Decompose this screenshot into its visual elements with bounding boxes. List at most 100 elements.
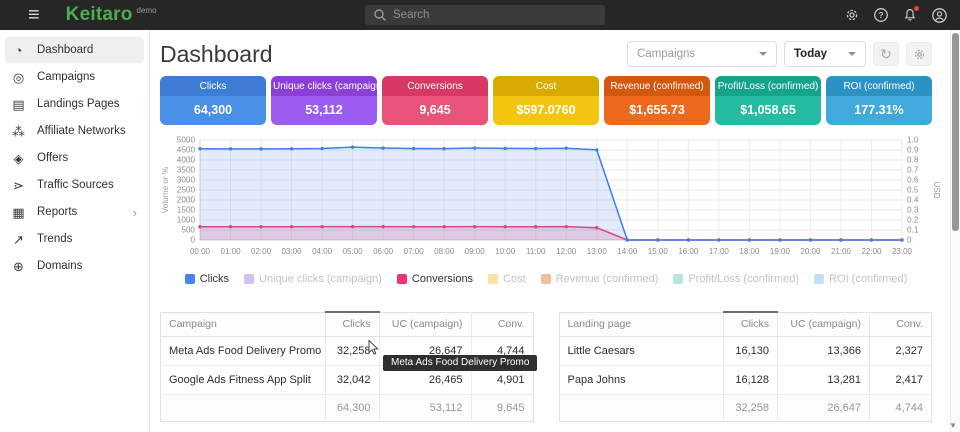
stat-card-label: Revenue (confirmed) [604, 76, 710, 96]
table-row[interactable]: Papa Johns 16,128 13,281 2,417 [559, 365, 932, 394]
svg-text:0.7: 0.7 [907, 166, 919, 175]
svg-text:11:00: 11:00 [526, 247, 546, 256]
legend-swatch [541, 274, 551, 284]
svg-text:03:00: 03:00 [282, 247, 303, 256]
topbar-icons: ? [843, 0, 948, 30]
svg-text:12:00: 12:00 [556, 247, 577, 256]
help-icon[interactable]: ? [872, 6, 890, 24]
col-uc-campaign[interactable]: UC (campaign) [379, 312, 471, 336]
legend-label: Revenue (confirmed) [556, 273, 659, 285]
col-landing-page[interactable]: Landing page [559, 312, 724, 336]
hamburger-menu-icon[interactable]: ≡ [28, 5, 40, 25]
legend-item-clicks[interactable]: Clicks [185, 273, 229, 285]
svg-text:0.2: 0.2 [907, 216, 919, 225]
svg-text:0: 0 [190, 236, 195, 245]
stat-card-cost: Cost$597.0760 [493, 76, 599, 125]
user-avatar-icon[interactable] [930, 6, 948, 24]
sidebar-item-label: Reports [37, 206, 77, 218]
refresh-button[interactable]: ↻ [873, 42, 899, 66]
table-row[interactable]: Little Caesars 16,130 13,366 2,327 [559, 336, 932, 365]
svg-text:0.5: 0.5 [907, 186, 919, 195]
mouse-cursor [368, 340, 382, 356]
legend-label: Conversions [412, 273, 473, 285]
legend-item-revenue-confirmed[interactable]: Revenue (confirmed) [541, 273, 659, 285]
trends-icon: ↗ [11, 233, 26, 246]
chart-legend: Clicks Unique clicks (campaign) Conversion… [160, 273, 932, 285]
summary-tables: Campaign Clicks UC (campaign) Conv. Meta… [160, 311, 932, 422]
page-header: Dashboard Campaigns Today ↻ [160, 38, 932, 70]
sidebar-item-dashboard[interactable]: ◔Dashboard [5, 37, 144, 63]
svg-text:0.3: 0.3 [907, 206, 919, 215]
svg-text:0.6: 0.6 [907, 176, 919, 185]
settings-gear-icon[interactable] [843, 6, 861, 24]
svg-text:500: 500 [181, 226, 195, 235]
legend-item-unique-clicks-campaign[interactable]: Unique clicks (campaign) [244, 273, 382, 285]
svg-text:USD: USD [932, 181, 940, 198]
legend-label: Unique clicks (campaign) [259, 273, 382, 285]
svg-text:17:00: 17:00 [709, 247, 730, 256]
legend-item-profit-loss-confirmed[interactable]: Profit/Loss (confirmed) [673, 273, 799, 285]
app-window: ≡ Keitaro demo ? [0, 0, 960, 432]
svg-text:00:00: 00:00 [190, 247, 211, 256]
sidebar-item-label: Trends [37, 233, 72, 245]
col-campaign[interactable]: Campaign [161, 312, 326, 336]
stat-card-value: 9,645 [382, 96, 488, 125]
col-conv[interactable]: Conv. [870, 312, 932, 336]
app-logo[interactable]: Keitaro [66, 4, 133, 26]
scroll-down-arrow-icon[interactable]: ▼ [949, 421, 957, 430]
stat-card-value: $1,655.73 [604, 96, 710, 125]
chart-area: 00:0001:0002:0003:0004:0005:0006:0007:00… [160, 132, 932, 285]
legend-item-cost[interactable]: Cost [488, 273, 526, 285]
sidebar-item-campaigns[interactable]: ◎Campaigns [5, 64, 144, 90]
legend-item-roi-confirmed[interactable]: ROI (confirmed) [814, 273, 907, 285]
scrollbar-track[interactable] [950, 30, 960, 432]
col-clicks[interactable]: Clicks [724, 312, 778, 336]
sidebar-item-label: Affiliate Networks [37, 125, 126, 137]
col-uc-campaign[interactable]: UC (campaign) [778, 312, 870, 336]
svg-text:2500: 2500 [177, 186, 196, 195]
sidebar-item-affiliate-networks[interactable]: ⁂Affiliate Networks [5, 118, 144, 144]
svg-text:18:00: 18:00 [739, 247, 760, 256]
legend-swatch [488, 274, 498, 284]
svg-text:14:00: 14:00 [617, 247, 638, 256]
totals-row: 32,258 26,647 4,744 [559, 394, 932, 421]
sidebar-item-reports[interactable]: ▦Reports› [5, 199, 144, 225]
hover-tooltip: Meta Ads Food Delivery Promo [383, 355, 537, 371]
stat-card-unique-clicks-campaign: Unique clicks (campaign)53,112 [271, 76, 377, 125]
sidebar-item-label: Domains [37, 260, 82, 272]
svg-text:13:00: 13:00 [587, 247, 608, 256]
campaigns-filter-select[interactable]: Campaigns [627, 41, 777, 67]
stat-card-label: Profit/Loss (confirmed) [715, 76, 821, 96]
sidebar-item-domains[interactable]: ⊕ Domains [5, 253, 144, 279]
svg-text:0.9: 0.9 [907, 146, 919, 155]
dashboard-settings-button[interactable] [906, 42, 932, 66]
stat-card-label: Conversions [382, 76, 488, 96]
traffic-sources-icon: ⋗ [11, 179, 26, 192]
dashboard-icon: ◔ [11, 44, 26, 57]
svg-text:16:00: 16:00 [678, 247, 699, 256]
svg-text:0.8: 0.8 [907, 156, 919, 165]
svg-text:0: 0 [907, 236, 912, 245]
date-range-select[interactable]: Today [784, 41, 866, 67]
sidebar-item-label: Traffic Sources [37, 179, 114, 191]
sidebar-item-trends[interactable]: ↗ Trends [5, 226, 144, 252]
domains-icon: ⊕ [11, 260, 26, 273]
notifications-bell-icon[interactable] [901, 6, 919, 24]
search-input[interactable] [365, 5, 605, 25]
sidebar-item-offers[interactable]: ◈Offers [5, 145, 144, 171]
col-conv[interactable]: Conv. [471, 312, 533, 336]
sidebar-item-label: Landings Pages [37, 98, 119, 110]
stat-card-roi-confirmed: ROI (confirmed)177.31% [826, 76, 932, 125]
legend-label: Clicks [200, 273, 229, 285]
legend-item-conversions[interactable]: Conversions [397, 273, 473, 285]
sidebar-item-landings-pages[interactable]: ▤Landings Pages [5, 91, 144, 117]
stat-card-conversions: Conversions9,645 [382, 76, 488, 125]
svg-text:3000: 3000 [177, 176, 196, 185]
col-clicks[interactable]: Clicks [325, 312, 379, 336]
chevron-down-icon [848, 52, 856, 56]
svg-text:21:00: 21:00 [831, 247, 852, 256]
scrollbar-thumb[interactable] [952, 33, 959, 231]
search-icon [373, 8, 387, 22]
stat-cards: Clicks64,300Unique clicks (campaign)53,1… [160, 76, 932, 125]
sidebar-item-traffic-sources[interactable]: ⋗ Traffic Sources [5, 172, 144, 198]
